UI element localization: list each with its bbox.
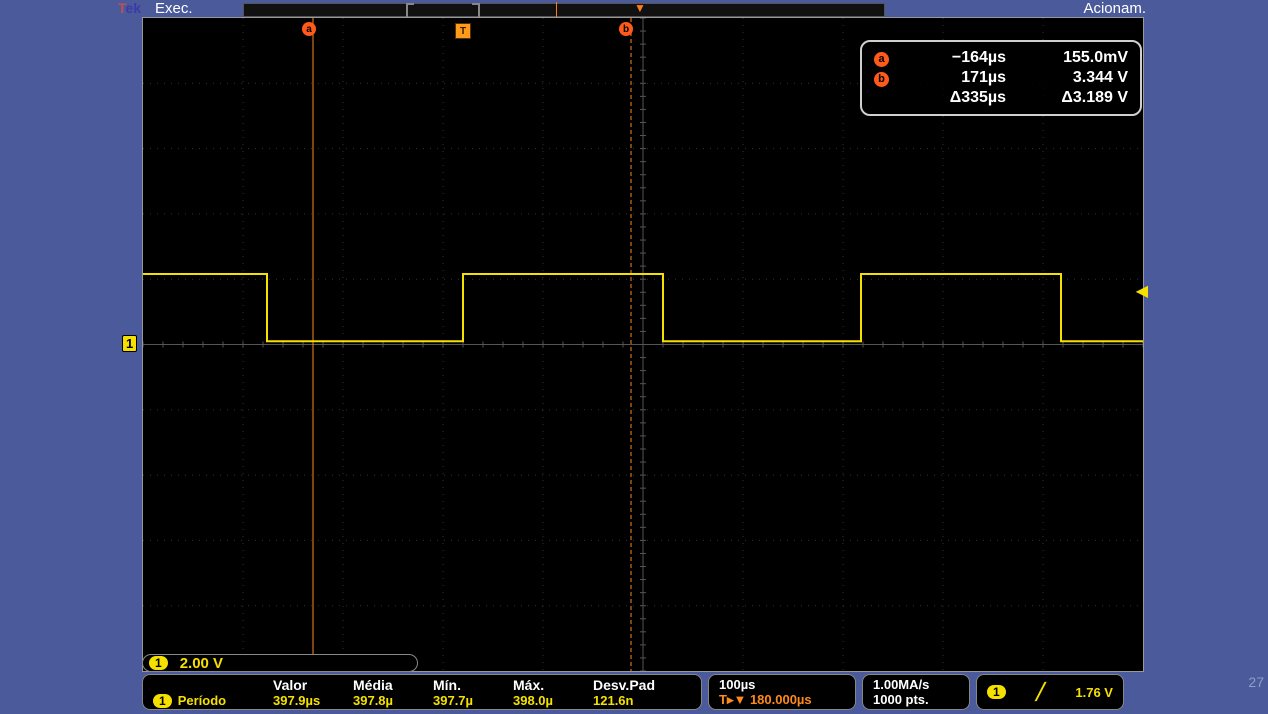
meas-min: 397.7µ	[433, 693, 513, 708]
cursor-a-badge-icon: a	[874, 52, 889, 67]
meas-ch-badge-icon: 1	[153, 694, 172, 708]
meas-valor: 397.9µs	[273, 693, 353, 708]
cursor-delta-time: Δ335µs	[916, 89, 1006, 107]
cursor-b-time: 171µs	[916, 69, 1006, 87]
channel1-badge-icon: 1	[149, 656, 168, 670]
timebase-position: T▸▼ 180.000µs	[719, 692, 812, 707]
trigger-level: 1.76 V	[1075, 685, 1113, 700]
cursor-a-volt: 155.0mV	[1018, 49, 1128, 67]
meas-hdr-valor: Valor	[273, 677, 353, 693]
timebase-panel[interactable]: 100µs T▸▼ 180.000µs	[708, 674, 856, 710]
timebase-div: 100µs	[719, 677, 755, 692]
cursor-readout-panel: a −164µs 155.0mV b 171µs 3.344 V Δ335µs …	[860, 40, 1142, 116]
trigger-ch-badge-icon: 1	[987, 685, 1006, 699]
meas-name: Período	[178, 693, 226, 708]
meas-hdr-max: Máx.	[513, 677, 593, 693]
cursor-delta-volt: Δ3.189 V	[1018, 89, 1128, 107]
meas-hdr-desv: Desv.Pad	[593, 677, 683, 693]
cursor-b-badge-icon: b	[874, 72, 889, 87]
page-number: 27	[1248, 674, 1264, 690]
meas-media: 397.8µ	[353, 693, 433, 708]
meas-desv: 121.6n	[593, 693, 683, 708]
channel1-ground-marker-icon[interactable]: 1	[122, 335, 137, 352]
trigger-level-arrow-icon[interactable]: ◀	[1136, 281, 1148, 301]
rising-edge-icon: ╱	[1036, 682, 1046, 702]
channel1-scale-readout[interactable]: 1 2.00 V	[142, 654, 418, 672]
meas-hdr-min: Mín.	[433, 677, 513, 693]
trigger-panel[interactable]: 1 ╱ 1.76 V	[976, 674, 1124, 710]
cursor-a-flag-icon[interactable]: a	[302, 22, 316, 36]
cursor-b-volt: 3.344 V	[1018, 69, 1128, 87]
run-state: Exec.	[155, 0, 193, 17]
meas-hdr-media: Média	[353, 677, 433, 693]
trigger-state: Acionam.	[1083, 0, 1146, 17]
measurement-panel[interactable]: Valor Média Mín. Máx. Desv.Pad 1Período …	[142, 674, 702, 710]
record-overview[interactable]: ▼	[243, 3, 885, 17]
trigger-position-flag-icon[interactable]: T	[455, 23, 471, 39]
sample-points: 1000 pts.	[873, 692, 929, 707]
sample-rate: 1.00MA/s	[873, 677, 929, 692]
meas-max: 398.0µ	[513, 693, 593, 708]
sample-panel[interactable]: 1.00MA/s 1000 pts.	[862, 674, 970, 710]
overview-cursor-a	[556, 2, 557, 18]
overview-trigger-icon: ▼	[634, 1, 646, 15]
cursor-b-flag-icon[interactable]: b	[619, 22, 633, 36]
channel1-vdiv-value: 2.00 V	[180, 655, 223, 672]
cursor-a-time: −164µs	[916, 49, 1006, 67]
brand-logo: Tek	[118, 0, 141, 16]
